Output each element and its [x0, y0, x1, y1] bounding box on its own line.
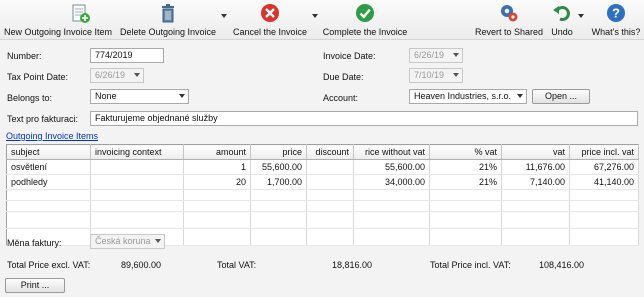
table-cell[interactable]	[90, 174, 184, 190]
new-outgoing-invoice-item-button[interactable]: New Outgoing Invoice Item	[3, 2, 113, 38]
whats-this-button[interactable]: ? What's this?	[590, 2, 642, 38]
total-vat-label: Total VAT:	[217, 260, 257, 270]
column-header[interactable]: rice without vat	[353, 144, 430, 160]
number-field[interactable]: 774/2019	[90, 48, 164, 63]
currency-select[interactable]: Česká koruna	[90, 234, 165, 249]
delete-dropdown-arrow[interactable]	[221, 14, 227, 18]
revert-to-shared-button[interactable]: Revert to Shared	[474, 2, 544, 38]
complete-invoice-label: Complete the Invoice	[322, 27, 408, 37]
table-cell[interactable]: 7,140.00	[501, 174, 570, 190]
column-header[interactable]: amount	[183, 144, 251, 160]
revert-gears-icon	[474, 2, 544, 24]
invoice-text-field[interactable]: Fakturujeme objednané služby	[90, 111, 638, 126]
cancel-dropdown-arrow[interactable]	[312, 14, 318, 18]
column-header[interactable]: price incl. vat	[569, 144, 639, 160]
table-header-row: subject invoicing context amount price d…	[6, 144, 639, 160]
belongs-to-label: Belongs to:	[7, 93, 53, 103]
column-header[interactable]: price	[250, 144, 307, 160]
due-date-picker[interactable]: 7/10/19	[409, 68, 463, 83]
total-incl-vat-value: 108,416.00	[539, 260, 585, 270]
currency-label: Měna faktury:	[7, 238, 62, 248]
print-button[interactable]: Print ...	[5, 278, 65, 293]
table-cell[interactable]: 67,276.00	[569, 159, 639, 175]
tax-point-date-picker[interactable]: 6/26/19	[90, 68, 144, 83]
chevron-down-icon	[453, 53, 459, 57]
outgoing-invoice-item-label: Outgoing Invoice Item	[24, 27, 113, 37]
invoice-date-label: Invoice Date:	[323, 51, 376, 61]
table-cell[interactable]: 21%	[429, 174, 502, 190]
table-cell[interactable]	[306, 159, 354, 175]
empty-table-row[interactable]	[6, 211, 639, 229]
account-value: Heaven Industries, s.r.o.	[414, 91, 512, 101]
total-excl-vat-value: 89,600.00	[121, 260, 162, 270]
empty-table-row[interactable]	[6, 189, 639, 201]
table-row[interactable]: podhledy 20 1,700.00 34,000.00 21% 7,140…	[6, 174, 639, 190]
undo-arrow-icon	[548, 2, 576, 24]
table-cell[interactable]: 1	[183, 159, 251, 175]
tax-point-date-value: 6/26/19	[95, 70, 126, 80]
toolbar: New Outgoing Invoice Item Delete Outgoin…	[0, 0, 644, 40]
table-cell[interactable]: podhledy	[6, 174, 91, 190]
account-select[interactable]: Heaven Industries, s.r.o.	[409, 89, 527, 104]
revert-to-shared-label: Revert to Shared	[474, 27, 544, 37]
chevron-down-icon	[134, 73, 140, 77]
column-header[interactable]: subject	[6, 144, 91, 160]
table-cell[interactable]: 55,600.00	[353, 159, 430, 175]
table-cell[interactable]: 20	[183, 174, 251, 190]
cancel-x-icon	[230, 2, 310, 24]
cancel-invoice-label: Cancel the Invoice	[232, 27, 308, 37]
delete-outgoing-invoice-button[interactable]: Delete Outgoing Invoice	[120, 2, 217, 38]
table-cell[interactable]: 21%	[429, 159, 502, 175]
chevron-down-icon	[453, 73, 459, 77]
column-header[interactable]: vat	[501, 144, 570, 160]
invoice-date-value: 6/26/19	[414, 50, 445, 60]
total-vat-value: 18,816.00	[332, 260, 373, 270]
table-cell[interactable]: 1,700.00	[250, 174, 307, 190]
svg-text:?: ?	[612, 6, 620, 21]
table-row[interactable]: osvětlení 1 55,600.00 55,600.00 21% 11,6…	[6, 159, 639, 175]
due-date-value: 7/10/19	[414, 70, 445, 80]
trash-icon	[120, 2, 215, 24]
belongs-to-value: None	[95, 91, 117, 101]
invoice-text-label: Text pro fakturaci:	[7, 114, 79, 124]
whats-this-label: What's this?	[591, 27, 641, 37]
invoice-date-picker[interactable]: 6/26/19	[409, 48, 463, 63]
number-label: Number:	[7, 51, 42, 61]
help-question-icon: ?	[590, 2, 642, 24]
table-cell[interactable]: 55,600.00	[250, 159, 307, 175]
complete-check-icon	[322, 2, 408, 24]
outgoing-invoice-items-link[interactable]: Outgoing Invoice Items	[6, 131, 98, 141]
empty-table-row[interactable]	[6, 200, 639, 212]
table-cell[interactable]: 11,676.00	[501, 159, 570, 175]
tax-point-date-label: Tax Point Date:	[7, 72, 69, 82]
open-account-button[interactable]: Open ...	[532, 89, 590, 104]
table-cell[interactable]	[306, 174, 354, 190]
table-cell[interactable]	[90, 159, 184, 175]
due-date-label: Due Date:	[323, 72, 364, 82]
undo-dropdown-arrow[interactable]	[578, 14, 584, 18]
table-cell[interactable]: 41,140.00	[569, 174, 639, 190]
column-header[interactable]: % vat	[429, 144, 502, 160]
undo-button[interactable]: Undo	[548, 2, 576, 38]
column-header[interactable]: discount	[306, 144, 354, 160]
belongs-to-select[interactable]: None	[90, 89, 189, 104]
total-incl-vat-label: Total Price incl. VAT:	[430, 260, 511, 270]
invoice-items-table: subject invoicing context amount price d…	[6, 144, 639, 246]
complete-invoice-button[interactable]: Complete the Invoice	[322, 2, 408, 38]
account-label: Account:	[323, 93, 359, 103]
currency-value: Česká koruna	[95, 236, 151, 246]
chevron-down-icon	[155, 239, 161, 243]
cancel-invoice-button[interactable]: Cancel the Invoice	[230, 2, 310, 38]
total-excl-vat-label: Total Price excl. VAT:	[7, 260, 91, 270]
new-label: New	[3, 27, 22, 37]
delete-outgoing-invoice-label: Delete Outgoing Invoice	[120, 27, 217, 37]
new-document-icon	[3, 2, 113, 24]
chevron-down-icon	[517, 94, 523, 98]
table-cell[interactable]: 34,000.00	[353, 174, 430, 190]
chevron-down-icon	[179, 94, 185, 98]
undo-label: Undo	[551, 27, 573, 37]
column-header[interactable]: invoicing context	[90, 144, 184, 160]
table-cell[interactable]: osvětlení	[6, 159, 91, 175]
